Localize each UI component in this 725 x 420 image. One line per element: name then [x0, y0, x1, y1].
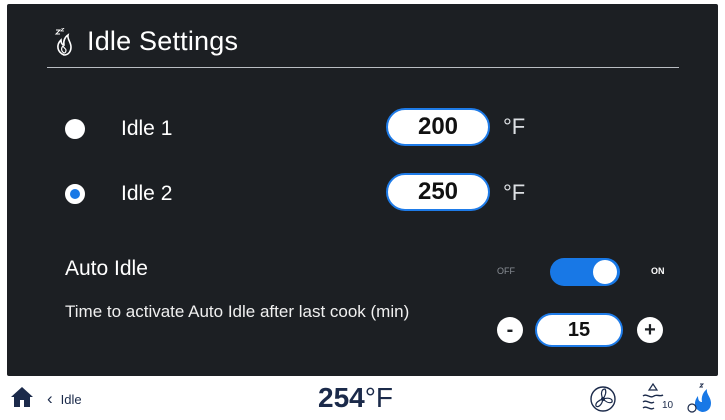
auto-idle-description: Time to activate Auto Idle after last co…	[65, 302, 410, 321]
current-temp-unit: °F	[364, 382, 394, 413]
current-temp-value: 254	[318, 382, 365, 413]
fan-icon[interactable]	[588, 384, 618, 414]
back-label: Idle	[60, 391, 82, 407]
bottom-nav-bar: ‹ Idle 254°F 10	[0, 376, 725, 420]
idle-2-unit: °F	[503, 180, 526, 205]
current-temperature: 254°F	[318, 382, 393, 414]
auto-idle-toggle[interactable]	[550, 258, 620, 286]
auto-idle-label: Auto Idle	[65, 257, 148, 280]
idle-2-radio[interactable]	[65, 184, 85, 204]
increment-button[interactable]: +	[637, 317, 663, 343]
idle-2-option[interactable]: Idle 2	[65, 182, 172, 206]
flame-icon[interactable]	[686, 382, 714, 414]
page-title: Idle Settings	[87, 26, 239, 56]
toggle-on-label: ON	[651, 266, 665, 276]
decrement-button[interactable]: -	[497, 317, 523, 343]
chevron-left-icon: ‹	[47, 389, 53, 408]
idle-2-temp-field[interactable]: 250	[386, 173, 490, 211]
idle-2-label: Idle 2	[121, 182, 173, 205]
header: Idle Settings	[53, 26, 238, 57]
divider	[47, 67, 679, 68]
toggle-off-label: OFF	[497, 266, 515, 276]
home-icon[interactable]	[10, 386, 34, 408]
screen: Idle Settings Idle 1 200 °F Idle 2 250 °…	[7, 4, 718, 376]
idle-1-temp-field[interactable]: 200	[386, 108, 490, 146]
toggle-knob	[593, 260, 617, 284]
idle-1-unit: °F	[503, 114, 526, 139]
back-link[interactable]: ‹ Idle	[47, 389, 82, 409]
smoke-flame-icon	[54, 27, 72, 56]
idle-1-label: Idle 1	[121, 117, 173, 140]
idle-1-option[interactable]: Idle 1	[65, 117, 172, 141]
auto-idle-minutes-field[interactable]: 15	[535, 313, 623, 347]
smoke-level: 10	[662, 400, 674, 411]
idle-1-radio[interactable]	[65, 119, 85, 139]
